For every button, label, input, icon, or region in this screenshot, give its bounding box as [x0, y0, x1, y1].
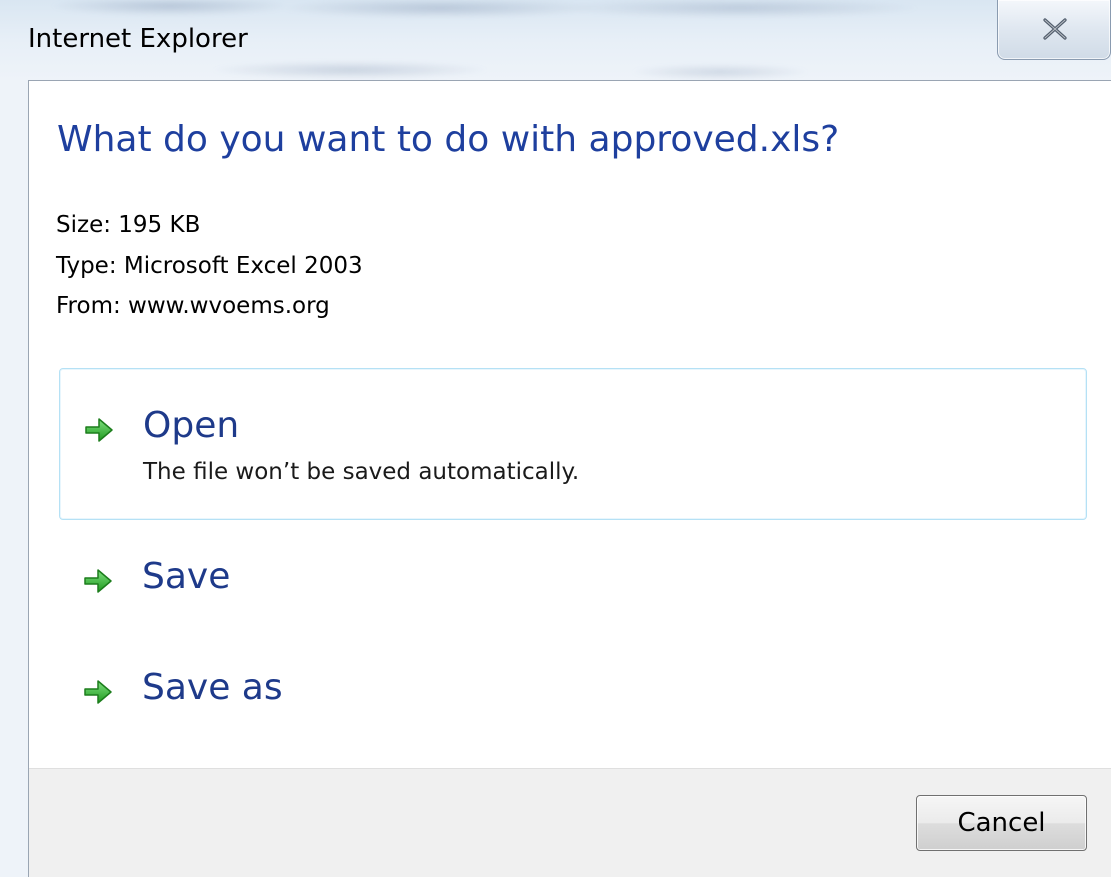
open-command[interactable]: Open The file won’t be saved automatical… [59, 368, 1087, 520]
dialog-body: What do you want to do with approved.xls… [28, 80, 1111, 877]
close-icon [1043, 18, 1067, 40]
green-arrow-icon [84, 680, 112, 704]
open-label: Open [143, 405, 240, 446]
dialog-question: What do you want to do with approved.xls… [57, 119, 840, 160]
title-bar[interactable]: Internet Explorer [0, 0, 1111, 80]
green-arrow-icon [85, 418, 113, 442]
cancel-button[interactable]: Cancel [916, 795, 1087, 851]
save-label: Save [142, 556, 231, 597]
close-button[interactable] [997, 0, 1111, 60]
open-description: The file won’t be saved automatically. [143, 459, 580, 485]
file-type: Type: Microsoft Excel 2003 [56, 253, 363, 279]
download-dialog: Internet Explorer What do you want to do… [0, 0, 1111, 877]
green-arrow-icon [84, 569, 112, 593]
dialog-footer: Cancel [29, 768, 1111, 877]
save-command[interactable]: Save [59, 538, 1087, 628]
file-source: From: www.wvoems.org [56, 293, 330, 319]
file-size: Size: 195 KB [56, 212, 201, 238]
save-as-label: Save as [142, 667, 283, 708]
window-title: Internet Explorer [28, 24, 248, 54]
save-as-command[interactable]: Save as [59, 649, 1087, 739]
